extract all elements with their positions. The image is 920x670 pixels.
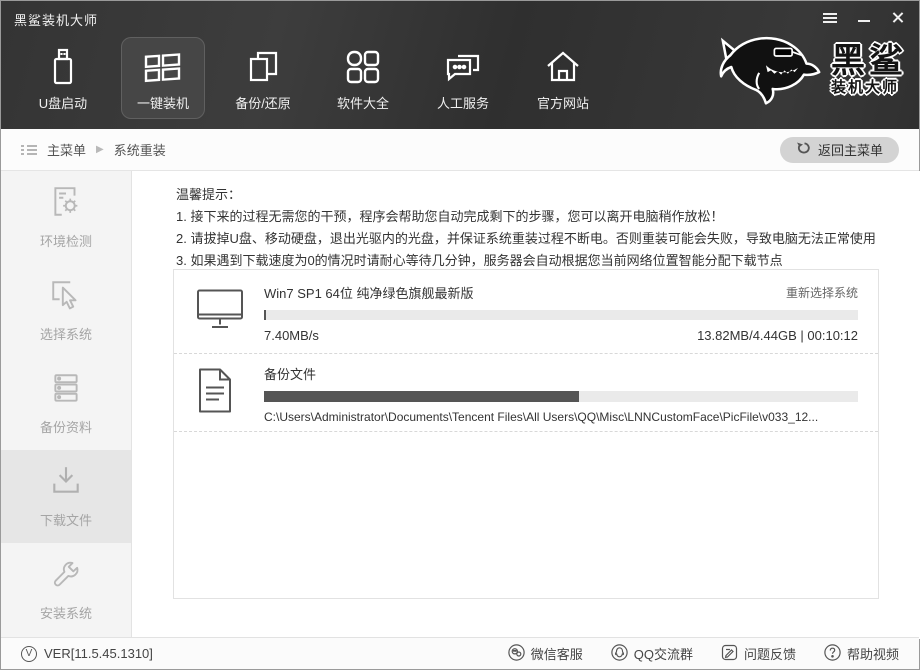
system-progress-track [264,310,858,320]
footer-link-label: 帮助视频 [847,644,899,663]
brand-logo: 黑鲨 装机大师 [717,29,907,110]
sidebar-item-download-files[interactable]: 下载文件 [1,450,131,543]
apps-grid-icon [345,45,381,89]
sidebar-item-backup-data[interactable]: 备份资料 [1,357,131,450]
document-icon [196,367,234,418]
nav-item-one-key-install[interactable]: 一键装机 [121,37,205,119]
tips-block: 温馨提示： 1. 接下来的过程无需您的干预，程序会帮助您自动完成剩下的步骤，您可… [176,184,876,272]
download-row-system: Win7 SP1 64位 纯净绿色旗舰最新版 重新选择系统 7.40MB/s 1… [174,270,878,354]
download-row-body: Win7 SP1 64位 纯净绿色旗舰最新版 重新选择系统 7.40MB/s 1… [264,270,858,353]
version-label: VER[11.5.45.1310] [44,646,153,661]
nav-item-usb-boot[interactable]: U盘启动 [21,37,105,119]
install-wrench-icon [49,557,83,596]
back-to-main-button[interactable]: 返回主菜单 [780,137,899,163]
nav-label: 人工服务 [437,93,489,112]
feedback-link[interactable]: 问题反馈 [721,644,796,664]
download-speed: 7.40MB/s [264,328,319,343]
wechat-support-link[interactable]: 微信客服 [508,644,583,664]
sidebar-item-label: 环境检测 [40,231,92,250]
back-arrow-icon [796,142,811,158]
nav-label: 一键装机 [137,93,189,112]
env-check-icon [49,185,83,224]
tip-line: 2. 请拔掉U盘、移动硬盘，退出光驱内的光盘，并保证系统重装过程不断电。否则重装… [176,228,876,250]
menu-icon[interactable] [823,11,837,23]
breadcrumb-root[interactable]: 主菜单 [47,140,86,159]
sidebar-item-label: 备份资料 [40,417,92,436]
reselect-system-link[interactable]: 重新选择系统 [786,284,858,301]
tip-line: 1. 接下来的过程无需您的干预，程序会帮助您自动完成剩下的步骤，您可以离开电脑稍… [176,206,876,228]
download-row-backup: 备份文件 C:\Users\Administrator\Documents\Te… [174,354,878,432]
breadcrumb-bar: 主菜单 ▶ 系统重装 返回主菜单 [1,129,919,171]
footer-bar: V VER[11.5.45.1310] 微信客服 [1,637,919,669]
windows-icon [143,45,183,89]
app-window: 黑鲨装机大师 U盘启动 [0,0,920,670]
back-button-label: 返回主菜单 [818,140,883,159]
wechat-icon [508,644,525,664]
version-info: V VER[11.5.45.1310] [21,646,153,662]
monitor-icon [196,288,244,335]
chat-icon [444,45,482,89]
feedback-icon [721,644,738,664]
qq-icon [611,644,628,664]
footer-link-label: QQ交流群 [634,644,693,663]
nav-label: 官方网站 [537,93,589,112]
system-name: Win7 SP1 64位 纯净绿色旗舰最新版 [264,283,474,302]
window-controls [823,11,905,23]
qq-group-link[interactable]: QQ交流群 [611,644,693,664]
brand-line2: 装机大师 [831,79,907,97]
breadcrumb-separator-icon: ▶ [96,144,104,155]
nav-label: U盘启动 [39,93,87,112]
download-panel: Win7 SP1 64位 纯净绿色旗舰最新版 重新选择系统 7.40MB/s 1… [173,269,879,599]
download-row-body: 备份文件 C:\Users\Administrator\Documents\Te… [264,354,858,431]
close-icon[interactable] [891,11,905,23]
window-title: 黑鲨装机大师 [14,10,98,29]
main-nav: U盘启动 一键装机 [21,37,605,119]
header: 黑鲨装机大师 U盘启动 [1,1,919,129]
brand-text: 黑鲨 装机大师 [831,43,907,97]
help-icon [824,644,841,664]
backup-progress-track [264,391,858,402]
main-content: 温馨提示： 1. 接下来的过程无需您的干预，程序会帮助您自动完成剩下的步骤，您可… [132,171,920,639]
sidebar-item-label: 安装系统 [40,603,92,622]
sidebar-item-select-system[interactable]: 选择系统 [1,264,131,357]
copy-icon [245,45,281,89]
home-icon [545,45,581,89]
backup-file-path: C:\Users\Administrator\Documents\Tencent… [264,410,858,424]
sidebar-item-label: 下载文件 [40,510,92,529]
sidebar-item-install-system[interactable]: 安装系统 [1,543,131,636]
nav-item-backup-restore[interactable]: 备份/还原 [221,37,305,119]
panel-empty-area [174,432,878,598]
backup-title: 备份文件 [264,364,316,383]
brand-line1: 黑鲨 [831,43,907,79]
sidebar-steps: 环境检测 选择系统 备份资料 [1,171,132,639]
footer-link-label: 微信客服 [531,644,583,663]
usb-icon [46,45,80,89]
breadcrumb-current: 系统重装 [114,140,166,159]
sidebar-item-env-check[interactable]: 环境检测 [1,171,131,264]
nav-item-service[interactable]: 人工服务 [421,37,505,119]
backup-progress-fill [264,391,579,402]
download-status: 13.82MB/4.44GB | 00:10:12 [697,328,858,343]
version-icon: V [21,646,37,662]
system-progress-fill [264,310,266,320]
backup-data-icon [49,371,83,410]
minimize-icon[interactable] [857,11,871,23]
nav-label: 软件大全 [337,93,389,112]
nav-item-software[interactable]: 软件大全 [321,37,405,119]
footer-links: 微信客服 QQ交流群 [508,644,899,664]
shark-logo-icon [717,29,825,110]
nav-label: 备份/还原 [235,93,291,112]
nav-item-website[interactable]: 官方网站 [521,37,605,119]
tips-title: 温馨提示： [176,184,876,206]
select-system-icon [49,278,83,317]
sidebar-item-label: 选择系统 [40,324,92,343]
footer-link-label: 问题反馈 [744,644,796,663]
help-video-link[interactable]: 帮助视频 [824,644,899,664]
list-icon [21,143,37,157]
download-icon [49,464,83,503]
